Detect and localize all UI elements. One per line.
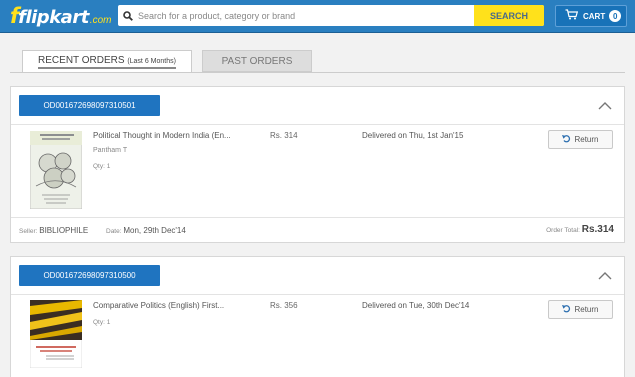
chevron-up-icon[interactable] [598,267,612,285]
order-id-button[interactable]: OD001672698097310501 [19,95,160,116]
tab-recent-label: RECENT ORDERS [38,54,125,66]
logo-text: flipkart [18,7,89,28]
cart-icon [565,7,579,25]
return-label: Return [574,135,599,144]
order-date-value: Mon, 29th Dec'14 [123,226,186,235]
cart-button[interactable]: CART 0 [555,5,627,27]
search-icon [118,5,138,26]
product-title[interactable]: Comparative Politics (English) First... [93,301,243,310]
order-card: OD001672698097310501 Political Thought i… [10,86,625,243]
delivery-status: Delivered on Thu, 1st Jan'15 [362,131,464,140]
return-arrow-icon [562,134,574,145]
order-card: OD001672698097310500 Comparative Politic… [10,256,625,377]
product-title[interactable]: Political Thought in Modern India (En... [93,131,243,140]
delivery-status: Delivered on Tue, 30th Dec'14 [362,301,470,310]
search-bar: SEARCH [118,5,544,26]
tab-recent-orders[interactable]: RECENT ORDERS (Last 6 Months) [22,50,192,72]
return-button[interactable]: Return [548,300,613,319]
order-total: Order Total: Rs.314 [546,224,614,235]
logo-domain: .com [89,15,112,26]
product-price: Rs. 356 [270,301,298,310]
product-price: Rs. 314 [270,131,298,140]
cart-count-badge: 0 [609,10,622,22]
order-card-footer: Seller: BIBLIOPHILE Date: Mon, 29th Dec'… [11,217,624,243]
product-quantity: Qty: 1 [93,163,111,170]
order-card-header: OD001672698097310500 [11,257,624,295]
product-quantity: Qty: 1 [93,319,111,326]
top-header: fflipkart.com SEARCH CART 0 [0,0,635,33]
return-button[interactable]: Return [548,130,613,149]
orders-tabs: RECENT ORDERS (Last 6 Months) PAST ORDER… [22,50,312,72]
book-cover-political-thought[interactable] [30,131,82,209]
order-item: Comparative Politics (English) First... … [11,295,624,377]
book-cover-comparative-politics[interactable] [30,300,82,368]
order-id-button[interactable]: OD001672698097310500 [19,265,160,286]
chevron-up-icon[interactable] [598,97,612,115]
order-total-value: Rs.314 [581,224,614,235]
product-author: Pantham T [93,147,128,154]
flipkart-logo[interactable]: f flipkart .com [10,4,111,28]
order-item: Political Thought in Modern India (En...… [11,125,624,217]
tab-recent-sublabel: (Last 6 Months) [127,57,176,65]
seller-info: Seller: BIBLIOPHILE [19,226,89,235]
search-input[interactable] [138,5,474,26]
order-card-header: OD001672698097310501 [11,87,624,125]
return-arrow-icon [562,304,574,315]
search-button[interactable]: SEARCH [474,5,544,26]
tab-past-orders[interactable]: PAST ORDERS [202,50,312,72]
cart-label: CART [583,11,606,21]
order-date: Date: Mon, 29th Dec'14 [106,226,186,235]
tabs-divider [10,72,625,73]
seller-name[interactable]: BIBLIOPHILE [39,226,88,235]
return-label: Return [574,305,599,314]
